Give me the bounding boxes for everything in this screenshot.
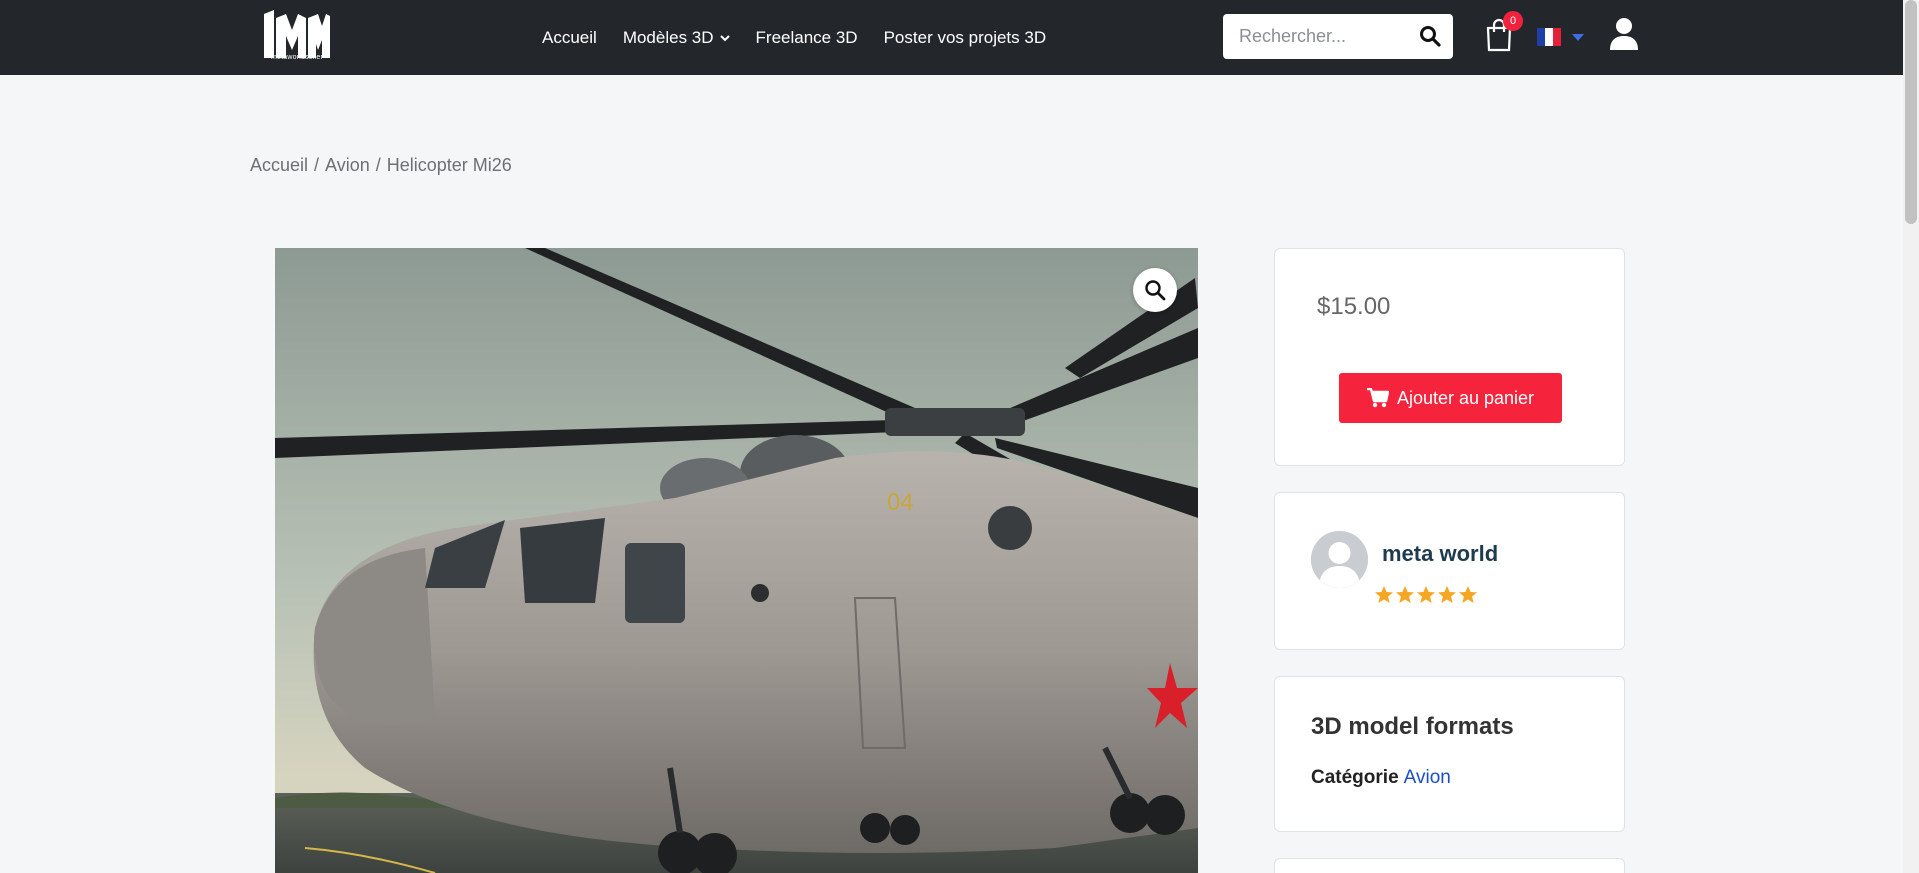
seller-name[interactable]: meta world: [1382, 541, 1498, 567]
flag-fr-icon[interactable]: [1537, 28, 1561, 46]
add-to-cart-button[interactable]: Ajouter au panier: [1339, 373, 1562, 423]
star-icon: [1375, 586, 1393, 603]
user-icon[interactable]: [1609, 17, 1639, 51]
nav-item-modeles-3d[interactable]: Modèles 3D: [623, 28, 730, 48]
breadcrumb-link-accueil[interactable]: Accueil: [250, 155, 308, 176]
add-to-cart-label: Ajouter au panier: [1396, 387, 1535, 408]
category-line: Catégorie Avion: [1311, 767, 1451, 789]
avatar-placeholder-icon: [1311, 531, 1368, 588]
zoom-button[interactable]: [1133, 268, 1177, 312]
avatar[interactable]: [1311, 531, 1368, 588]
nav-label: Poster vos projets 3D: [883, 27, 1047, 47]
cart-plus-icon: [1366, 388, 1389, 408]
nav-item-accueil[interactable]: Accueil: [542, 28, 597, 48]
nav-item-poster-projets[interactable]: Poster vos projets 3D: [884, 28, 1047, 48]
breadcrumb: Accueil / Avion / Helicopter Mi26: [250, 155, 512, 176]
formats-card: 3D model formats Catégorie Avion: [1274, 676, 1625, 832]
svg-text:04: 04: [887, 489, 914, 516]
helicopter-illustration: 04: [275, 248, 1198, 873]
star-icon: [1417, 586, 1435, 603]
cart-count-badge: 0: [1503, 11, 1523, 31]
main-nav: Accueil Modèles 3D Freelance 3D Poster v…: [542, 0, 1046, 75]
breadcrumb-current: Helicopter Mi26: [386, 155, 512, 175]
chevron-down-icon: [719, 34, 730, 41]
seller-rating: [1374, 585, 1478, 605]
nav-item-freelance-3d[interactable]: Freelance 3D: [756, 28, 858, 48]
next-card: [1274, 858, 1625, 873]
search-icon[interactable]: [1419, 25, 1441, 47]
logo-text: metaworldseller: [270, 54, 324, 61]
breadcrumb-separator: /: [375, 155, 381, 175]
scrollbar-thumb[interactable]: [1905, 0, 1917, 224]
breadcrumb-link-avion[interactable]: Avion: [325, 155, 370, 176]
zoom-icon: [1145, 280, 1166, 301]
star-icon: [1438, 586, 1456, 603]
category-label: Catégorie: [1311, 767, 1399, 788]
seller-card: meta world: [1274, 492, 1625, 650]
search-box: [1223, 14, 1453, 59]
category-link[interactable]: Avion: [1404, 767, 1451, 788]
star-icon: [1396, 586, 1414, 603]
breadcrumb-separator: /: [314, 155, 320, 175]
product-price: $15.00: [1317, 293, 1391, 320]
price-card: $15.00 Ajouter au panier: [1274, 248, 1625, 466]
nav-label: Accueil: [542, 27, 597, 47]
product-image[interactable]: 04: [275, 248, 1198, 873]
nav-label: Modèles 3D: [622, 27, 714, 47]
search-input[interactable]: [1223, 26, 1413, 47]
star-icon: [1459, 586, 1477, 603]
formats-title: 3D model formats: [1311, 713, 1514, 740]
nav-label: Freelance 3D: [755, 27, 858, 47]
language-caret-icon[interactable]: [1572, 34, 1584, 41]
